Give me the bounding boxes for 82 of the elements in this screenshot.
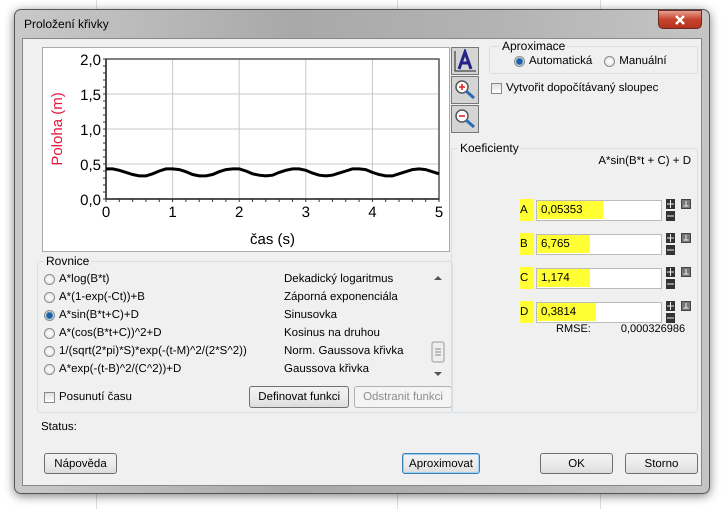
approximation-option[interactable]: Manuální (604, 55, 667, 67)
coefficient-field[interactable]: 0,05353 (536, 200, 662, 220)
x-tick-label: 5 (434, 204, 444, 221)
y-tick-label: 1,5 (80, 87, 101, 104)
time-shift-checkbox[interactable]: Posunutí času (44, 391, 132, 403)
lock-icon[interactable] (681, 301, 691, 311)
y-tick-label: 2,0 (80, 52, 101, 69)
lock-icon[interactable] (681, 267, 691, 277)
equation-option[interactable]: A*(cos(B*t+C))^2+D Kosinus na druhou (44, 324, 430, 342)
spin-icon[interactable] (666, 199, 675, 221)
coefficient-label: B (520, 233, 534, 255)
coefficient-label: C (520, 267, 534, 289)
rmse-value: 0,000326986 (620, 323, 686, 335)
radio-button[interactable] (44, 364, 55, 374)
equation-option[interactable]: A*log(B*t) Dekadický logaritmus (44, 270, 430, 288)
coefficient-field[interactable]: 1,174 (536, 268, 662, 288)
y-tick-label: 1,0 (80, 122, 101, 139)
dialog-button[interactable]: OK (540, 453, 613, 474)
x-tick-label: 4 (368, 204, 377, 221)
dialog-button[interactable]: Nápověda (44, 453, 117, 474)
option-label: Automatická (529, 55, 592, 67)
group-title: Rovnice (45, 254, 90, 268)
radio-button[interactable] (44, 310, 55, 320)
radio-button[interactable] (44, 292, 55, 302)
x-axis-label: čas (s) (250, 231, 295, 248)
zoom-in-button[interactable] (451, 76, 479, 104)
equation-option[interactable]: A*sin(B*t+C)+D Sinusovka (44, 306, 430, 324)
x-tick-label: 3 (302, 204, 310, 221)
zoom-out-button[interactable] (451, 105, 479, 133)
equation-formula: A*(1-exp(-Ct))+B (59, 291, 146, 303)
spin-icon[interactable] (666, 301, 675, 323)
checkbox-label: Vytvořit dopočítávaný sloupec (506, 82, 658, 94)
equation-formula: A*sin(B*t+C)+D (59, 309, 140, 321)
checkbox-label: Posunutí času (59, 391, 132, 403)
spin-icon[interactable] (666, 267, 675, 289)
rmse-label: RMSE: (556, 323, 591, 335)
equation-name: Sinusovka (284, 309, 338, 321)
equation-name: Gaussova křivka (284, 363, 370, 375)
equation-option[interactable]: A*(1-exp(-Ct))+B Záporná exponenciála (44, 288, 430, 306)
equation-formula: A*exp(-(t-B)^2/(C^2))+D (59, 363, 182, 375)
zoom-in-icon (453, 78, 477, 102)
y-tick-label: 0,5 (80, 157, 101, 174)
equation-formula: A*(cos(B*t+C))^2+D (59, 327, 163, 339)
coefficient-field[interactable]: 0,3814 (536, 302, 662, 322)
y-tick-label: 0,0 (80, 192, 101, 209)
x-tick-label: 2 (235, 204, 244, 221)
group-title: Aproximace (501, 39, 566, 53)
equation-name: Záporná exponenciála (284, 291, 398, 303)
y-axis-label: Poloha (m) (49, 92, 66, 166)
equation-name: Dekadický logaritmus (284, 273, 394, 285)
equation-option[interactable]: A*exp(-(t-B)^2/(C^2))+D Gaussova křivka (44, 360, 430, 378)
function-button[interactable]: Definovat funkci (249, 386, 350, 408)
close-button[interactable] (658, 10, 702, 29)
window-title: Proložení křivky (23, 17, 109, 31)
x-tick-label: 1 (168, 204, 177, 221)
dialog-button[interactable]: Aproximovat (402, 453, 480, 474)
equation-option[interactable]: 1/(sqrt(2*pi)*S)*exp(-(t-M)^2/(2*S^2)) Norm. Gaussova křivka (44, 342, 430, 360)
equation-formula: A*log(B*t) (59, 273, 110, 285)
coefficient-field[interactable]: 6,765 (536, 234, 662, 254)
equation-name: Norm. Gaussova křivka (284, 345, 404, 357)
status-label: Status: (41, 421, 78, 433)
radio-button[interactable] (44, 328, 55, 338)
spin-icon[interactable] (666, 233, 675, 255)
coefficient-label: A (520, 199, 534, 221)
formula-text: A*sin(B*t + C) + D (597, 155, 691, 167)
option-label: Manuální (619, 55, 667, 67)
equation-name: Kosinus na druhou (284, 327, 380, 339)
zoom-out-icon (453, 107, 477, 131)
dialog-button[interactable]: Storno (625, 453, 698, 474)
computed-column-checkbox[interactable]: Vytvořit dopočítávaný sloupec (491, 82, 698, 94)
group-title: Koeficienty (459, 141, 520, 155)
x-tick-label: 0 (102, 204, 110, 221)
approximation-option[interactable]: Automatická (514, 55, 592, 67)
coefficient-label: D (520, 301, 534, 323)
close-icon (674, 14, 686, 24)
radio-button[interactable] (44, 274, 55, 284)
axis-settings-button[interactable] (451, 47, 479, 75)
axis-letter-icon (453, 49, 477, 73)
lock-icon[interactable] (681, 233, 691, 243)
lock-icon[interactable] (681, 199, 691, 209)
equation-formula: 1/(sqrt(2*pi)*S)*exp(-(t-M)^2/(2*S^2)) (59, 345, 248, 357)
radio-button[interactable] (44, 346, 55, 356)
